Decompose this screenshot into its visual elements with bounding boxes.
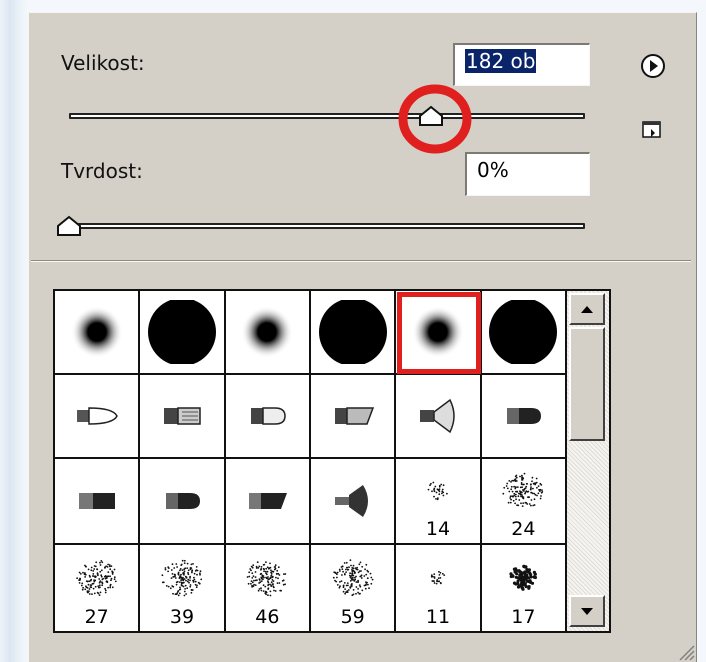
- brush-preset-7[interactable]: [55, 375, 141, 459]
- flat-bristle-brush-icon: [163, 407, 201, 425]
- brush-preset-22[interactable]: 59: [311, 545, 397, 631]
- soft-round-brush-icon: [411, 306, 464, 358]
- brush-size-label: 59: [340, 606, 365, 628]
- brush-preset-4[interactable]: [311, 291, 397, 375]
- bullet-brush-icon: [251, 407, 287, 425]
- hard-round-brush-icon: [489, 300, 558, 364]
- brush-size-label: 27: [84, 606, 109, 628]
- section-divider: [31, 260, 691, 262]
- resize-grip-icon[interactable]: [675, 641, 695, 661]
- brush-preset-5[interactable]: [396, 291, 482, 375]
- brush-preset-14[interactable]: [140, 459, 226, 545]
- brush-size-label: 39: [169, 606, 195, 628]
- angled-bristle-brush-icon: [334, 407, 374, 425]
- bullet-dark-brush-icon: [165, 493, 200, 509]
- brush-preset-3[interactable]: [225, 291, 311, 375]
- size-input[interactable]: 182 ob: [453, 43, 590, 86]
- soft-round-brush-icon: [241, 306, 294, 358]
- brush-preset-9[interactable]: [225, 375, 311, 459]
- brush-size-label: 46: [255, 606, 280, 628]
- brush-preset-16[interactable]: [311, 459, 397, 545]
- flat-dark-brush-icon: [78, 493, 115, 509]
- brush-preset-11[interactable]: [396, 375, 482, 459]
- brush-preset-15[interactable]: [225, 459, 311, 545]
- hardness-value: 0%: [477, 158, 509, 182]
- arrow-up-icon[interactable]: [569, 293, 605, 325]
- brush-size-label: 17: [511, 606, 536, 628]
- hard-round-brush-icon: [318, 300, 387, 364]
- brush-preset-grid: 14 24 27 39 46 59 11 17: [53, 289, 611, 633]
- hardness-slider-track[interactable]: [69, 223, 585, 229]
- fan-brush-icon: [419, 398, 455, 434]
- brush-preset-1[interactable]: [55, 291, 141, 375]
- brush-preset-23[interactable]: 11: [396, 545, 482, 631]
- brush-size-label: 14: [425, 518, 451, 540]
- hardness-label: Tvrdost:: [61, 159, 143, 183]
- soft-round-brush-icon: [70, 306, 123, 358]
- scrollbar-thumb[interactable]: [569, 327, 605, 441]
- brush-preset-20[interactable]: 39: [140, 545, 226, 631]
- brush-preset-8[interactable]: [140, 375, 226, 459]
- hardness-slider-thumb[interactable]: [55, 215, 83, 237]
- brush-preset-19[interactable]: 27: [55, 545, 141, 631]
- angled-dark-brush-icon: [249, 493, 288, 509]
- size-label: Velikost:: [61, 51, 145, 75]
- brush-preset-10[interactable]: [311, 375, 397, 459]
- brush-list-scrollbar[interactable]: [567, 291, 609, 631]
- brush-preset-21[interactable]: 46: [225, 545, 311, 631]
- hard-round-brush-icon: [147, 300, 216, 364]
- bullet-dark-brush-icon: [507, 408, 542, 424]
- size-value: 182 ob: [465, 49, 537, 73]
- brush-preset-24[interactable]: 17: [481, 545, 567, 631]
- brush-preset-6[interactable]: [481, 291, 567, 375]
- tip-round-brush-icon: [76, 407, 118, 425]
- brush-size-label: 11: [425, 606, 451, 628]
- fan-dark-brush-icon: [334, 485, 368, 517]
- brush-preset-2[interactable]: [140, 291, 226, 375]
- brush-picker-panel: Velikost: 182 ob Tvrdost: 0% 14 24 27 39 46 5…: [28, 12, 697, 662]
- new-page-icon[interactable]: [640, 119, 664, 141]
- brush-size-label: 24: [511, 518, 536, 540]
- size-slider-track[interactable]: [69, 113, 585, 119]
- brush-preset-17[interactable]: 14: [396, 459, 482, 545]
- brush-preset-13[interactable]: [55, 459, 141, 545]
- hardness-input[interactable]: 0%: [465, 152, 590, 196]
- brush-preset-18[interactable]: 24: [481, 459, 567, 545]
- brush-preset-12[interactable]: [481, 375, 567, 459]
- highlight-circle: [398, 84, 472, 154]
- arrow-down-icon[interactable]: [569, 595, 605, 627]
- play-circle-icon[interactable]: [640, 53, 666, 79]
